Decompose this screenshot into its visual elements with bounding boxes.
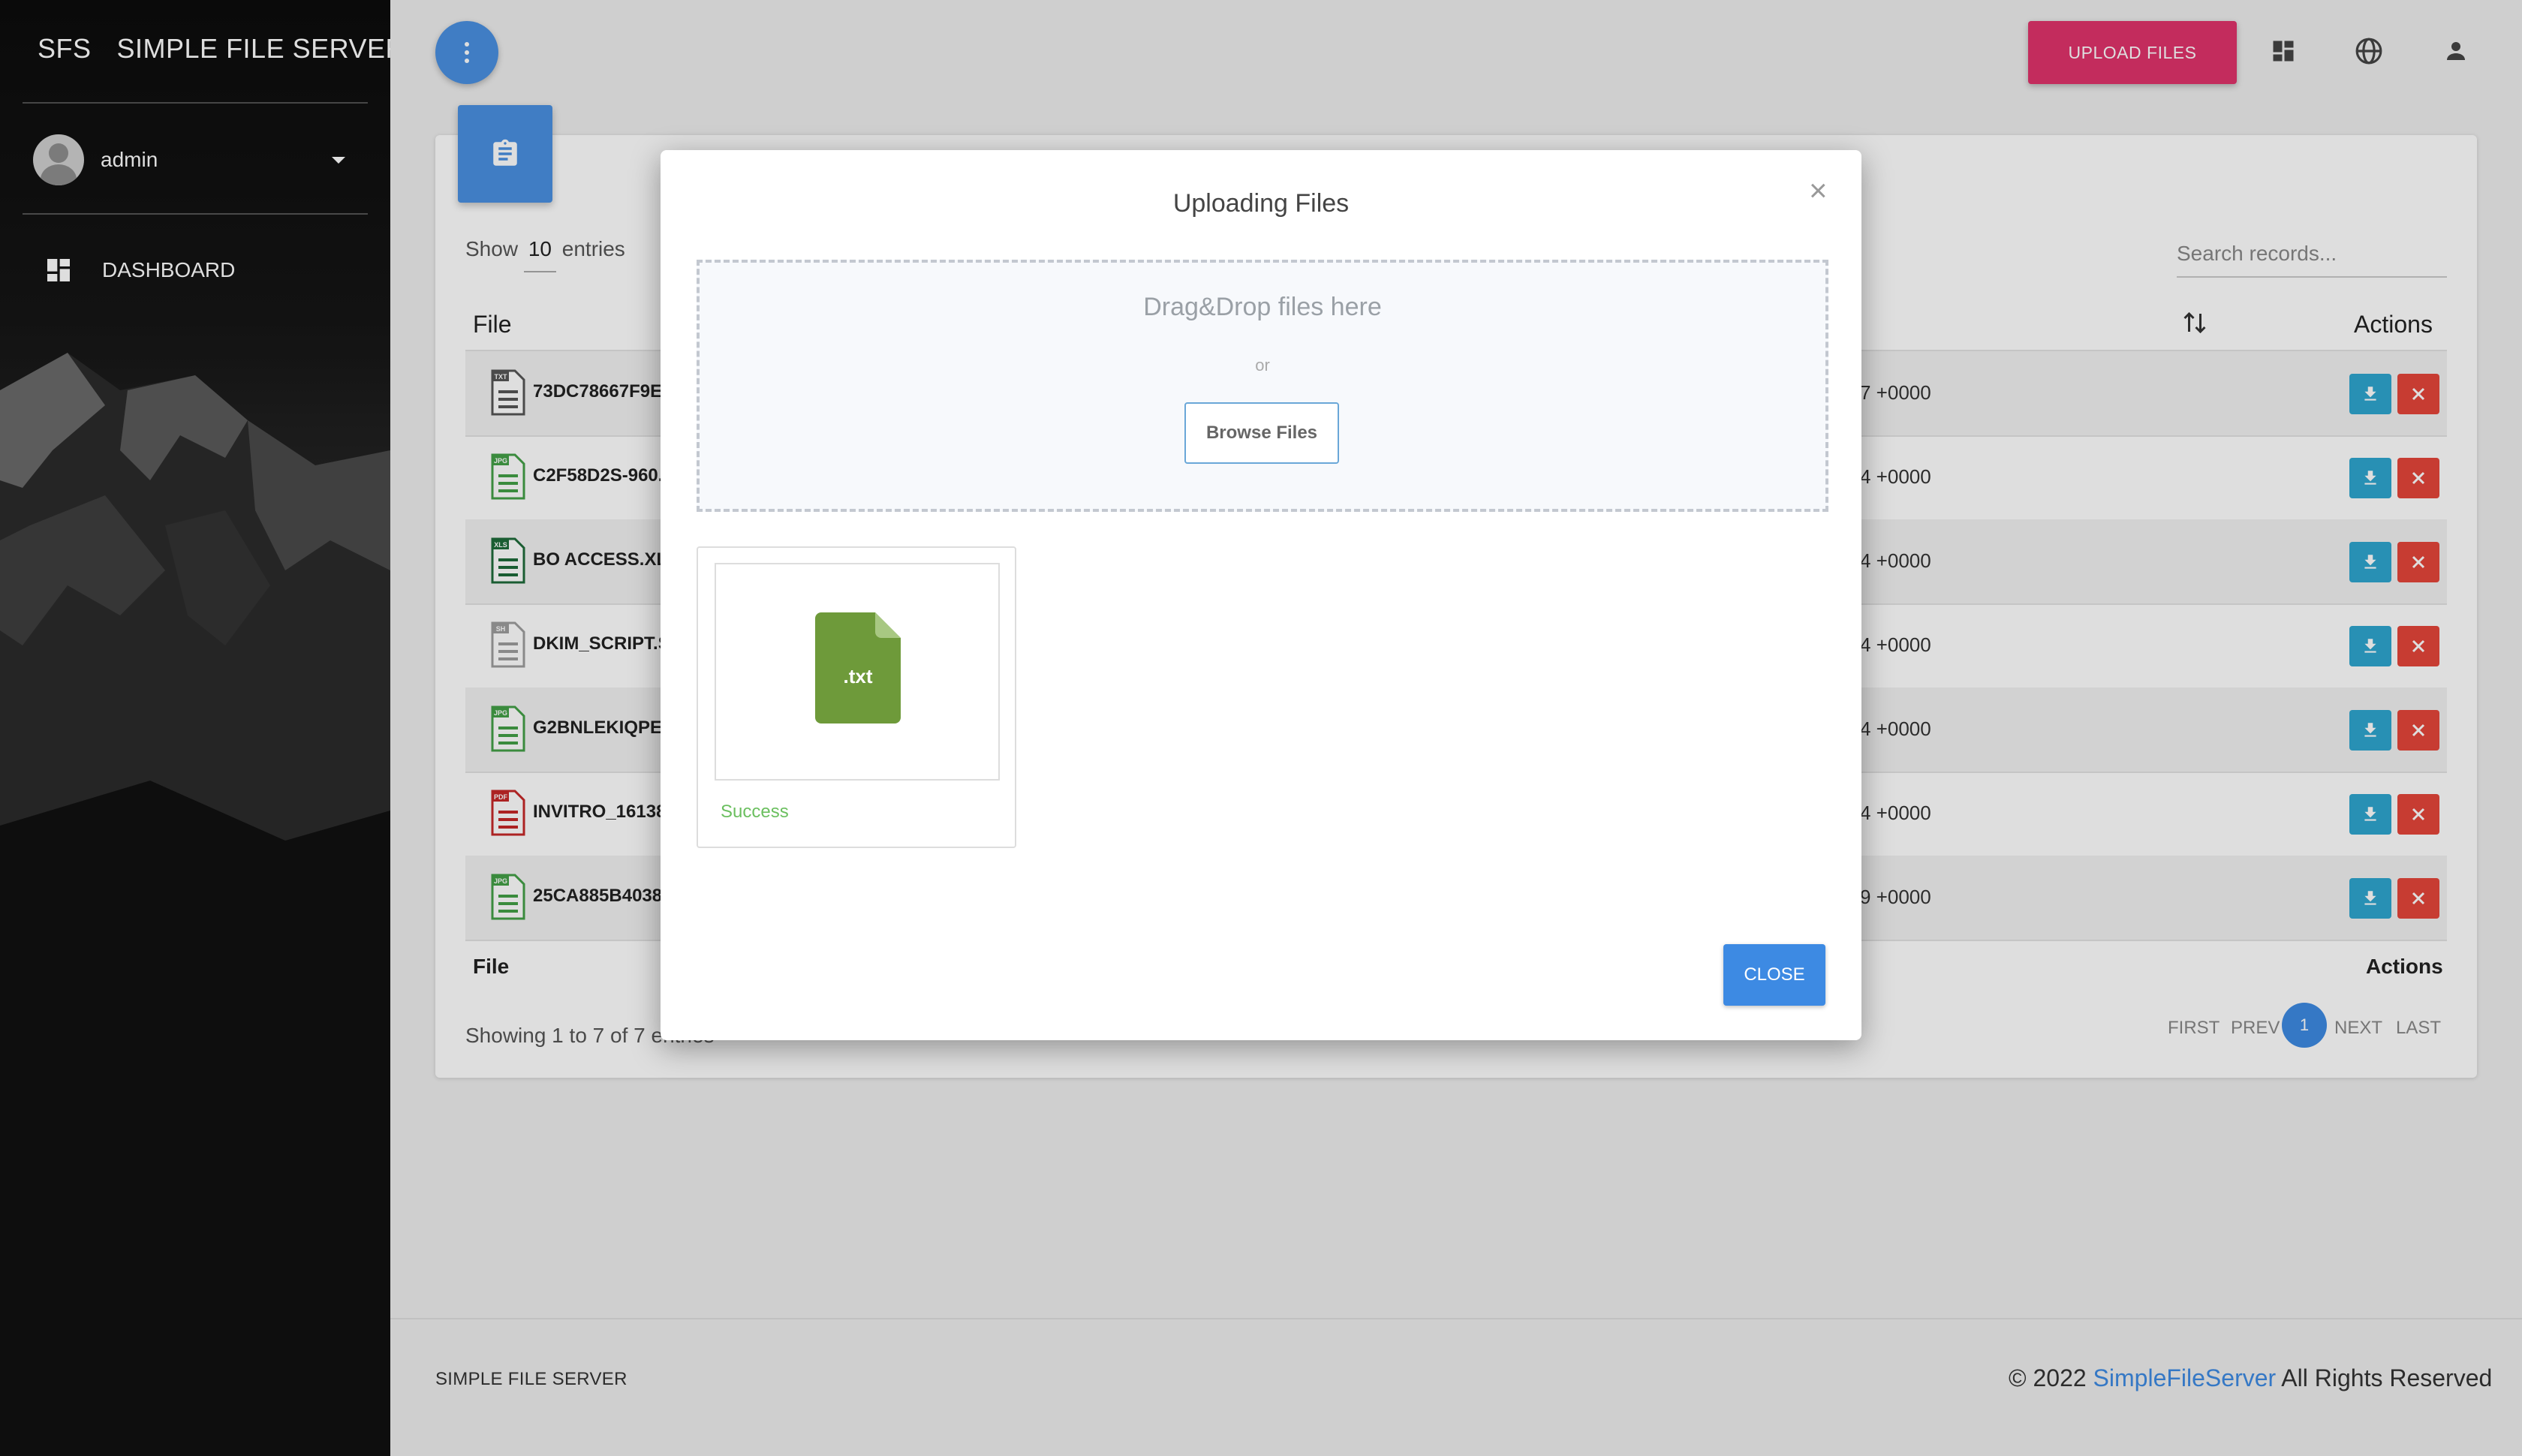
close-icon[interactable]: × xyxy=(1809,173,1828,209)
txt-file-icon: .txt xyxy=(815,612,901,723)
preview-thumbnail: .txt xyxy=(715,563,1000,781)
file-ext-label: .txt xyxy=(844,665,873,687)
upload-status: Success xyxy=(721,802,789,822)
upload-dialog: Uploading Files × Drag&Drop files here o… xyxy=(661,150,1861,1040)
close-button[interactable]: CLOSE xyxy=(1723,944,1825,1006)
upload-preview: .txt Success xyxy=(697,546,1016,848)
dropzone[interactable]: Drag&Drop files here or Browse Files xyxy=(697,260,1828,512)
dialog-title: Uploading Files xyxy=(1172,189,1350,218)
dropzone-text: Drag&Drop files here xyxy=(1143,293,1382,321)
dropzone-or: or xyxy=(1255,356,1270,375)
browse-files-button[interactable]: Browse Files xyxy=(1184,402,1339,464)
